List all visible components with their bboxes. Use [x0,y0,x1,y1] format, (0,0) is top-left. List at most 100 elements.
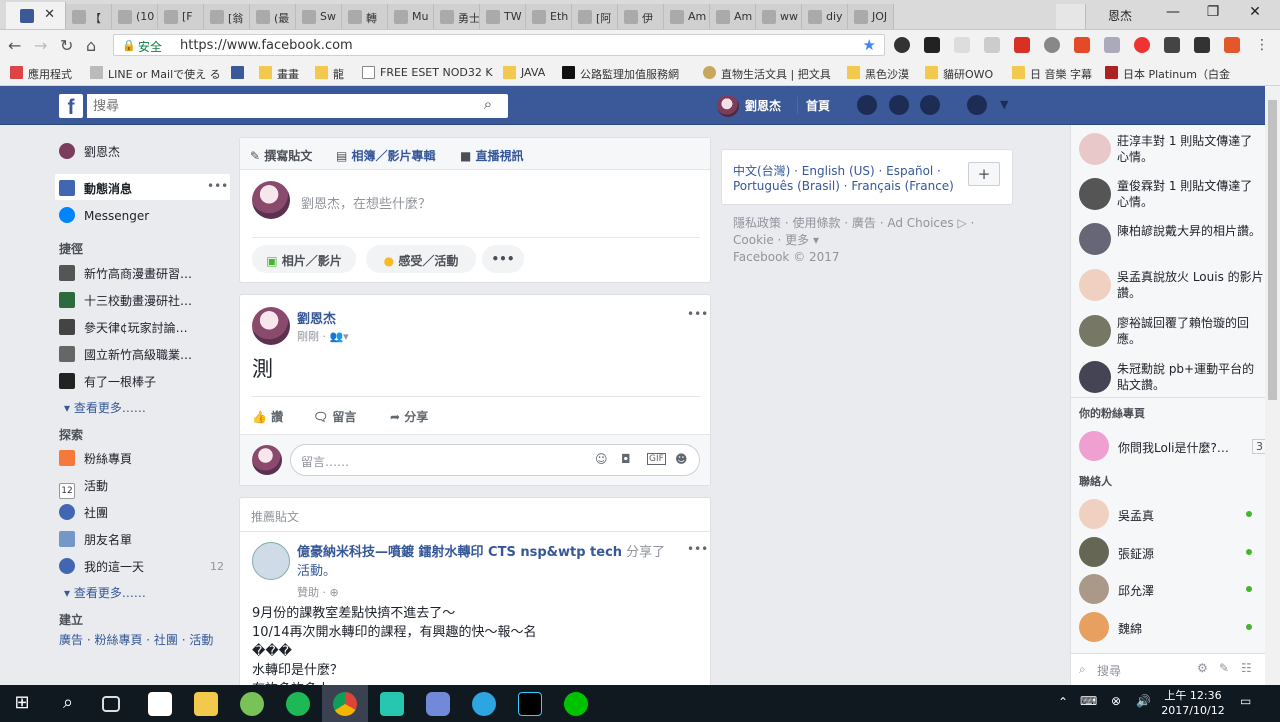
tab[interactable]: Am [664,4,710,29]
tab[interactable]: (10 [112,4,158,29]
forward-arrow-icon[interactable]: → [34,36,47,55]
tab[interactable]: Am [710,4,756,29]
extension-icon[interactable] [894,37,910,53]
home-icon[interactable]: ⌂ [86,36,96,55]
suggested-menu-icon[interactable]: ••• [687,542,708,556]
camera-icon[interactable]: ◘ [621,452,631,466]
share-button[interactable]: ➦ 分享 [390,408,428,425]
opera-icon[interactable] [1134,37,1150,53]
add-language-button[interactable]: + [968,162,1000,186]
comment-input[interactable]: 留言…… ☺ ◘ GIF ☻ [290,444,700,476]
create-group-icon[interactable]: ☷ [1241,661,1252,675]
chat-settings-icon[interactable]: ⚙ [1197,661,1208,675]
see-more-shortcuts-link[interactable]: ▾ 查看更多…… [64,399,146,416]
emoji-icon[interactable]: ☺ [595,452,608,466]
fan-page-item[interactable]: 你問我Loli是什麼?… 3 [1079,431,1267,461]
shortcut-item[interactable]: 新竹高商漫畫研習… [59,265,192,282]
user-avatar[interactable] [717,95,739,117]
app-wave-icon[interactable] [518,692,542,716]
nav-groups[interactable]: 社團 [59,504,108,521]
composer-more-button[interactable]: ••• [482,245,524,273]
footer-line1[interactable]: 隱私政策 · 使用條款 · 廣告 · Ad Choices ▷ · [733,215,974,232]
bookmark-item[interactable]: FREE ESET NOD32 K [362,66,493,79]
shortcut-item[interactable]: 有了一根棒子 [59,373,156,390]
minimize-icon[interactable]: — [1158,4,1188,24]
photo-video-button[interactable]: ▣ 相片／影片 [252,245,356,273]
extension-icon[interactable] [954,37,970,53]
tab[interactable]: [翁 [204,4,250,29]
bookmark-item[interactable]: 公路監理加值服務網 [562,66,679,82]
system-clock[interactable]: 上午 12:36 2017/10/12 [1158,688,1228,718]
close-window-icon[interactable]: ✕ [1240,4,1270,24]
search-icon[interactable]: ⌕ [56,692,80,716]
tab[interactable]: (最 [250,4,296,29]
adblock-icon[interactable] [1014,37,1030,53]
suggested-page-name[interactable]: 億豪納米科技—噴鍍 鐳射水轉印 CTS nsp&wtp tech [297,545,622,560]
action-center-icon[interactable]: ▭ [1240,694,1251,708]
tab[interactable]: 【 [66,4,112,29]
close-tab-icon[interactable]: ✕ [44,7,55,22]
footer-line2[interactable]: Cookie · 更多 ▾ [733,232,974,249]
line-icon[interactable] [564,692,588,716]
file-explorer-icon[interactable] [194,692,218,716]
chrome-menu-icon[interactable]: ⋮ [1254,37,1270,53]
composer-tab-live[interactable]: ■ 直播視訊 [460,147,524,164]
download-icon[interactable] [1104,37,1120,53]
chrome-icon[interactable] [333,692,357,716]
tab[interactable]: ww [756,4,802,29]
tab[interactable]: Sw [296,4,342,29]
post-author-avatar[interactable] [252,307,290,345]
post-time[interactable]: 剛剛 · 👥▾ [297,328,349,344]
help-icon[interactable] [967,95,987,115]
extension-icon[interactable] [984,37,1000,53]
tab[interactable]: [阿 [572,4,618,29]
nav-profile[interactable]: 劉恩杰 [59,143,120,160]
tab-facebook[interactable]: ✕ [6,2,66,29]
omnibox[interactable]: 🔒 安全 https://www.facebook.com ★ [113,34,885,56]
bookmark-folder[interactable]: 龍 [315,66,344,82]
bookmark-apps[interactable]: 應用程式 [10,66,72,82]
url-text[interactable]: https://www.facebook.com [180,38,353,53]
account-menu-icon[interactable]: ▼ [1000,98,1008,111]
user-name-link[interactable]: 劉恩杰 [745,97,781,114]
tab[interactable]: [F [158,4,204,29]
sticker-icon[interactable]: ☻ [675,452,688,466]
reload-icon[interactable]: ↻ [60,36,73,55]
post-author-name[interactable]: 劉恩杰 [297,308,336,327]
volume-icon[interactable]: 🔊 [1136,694,1151,708]
bookmark-star-icon[interactable]: ★ [863,36,876,54]
see-more-explore-link[interactable]: ▾ 查看更多…… [64,584,146,601]
tab[interactable]: JOJ [848,4,894,29]
tab[interactable]: 伊 [618,4,664,29]
tab[interactable]: 勇士 [434,4,480,29]
maximize-icon[interactable]: ❐ [1198,4,1228,24]
nav-messenger[interactable]: Messenger [59,207,149,223]
app-star-icon[interactable] [380,692,404,716]
search-icon[interactable]: ⌕ [470,95,506,117]
extension-icon[interactable] [924,37,940,53]
extension-icon[interactable] [1074,37,1090,53]
bookmark-folder[interactable]: 黑色沙漠 [847,66,909,82]
language-line2[interactable]: Português (Brasil) · Français (France) [733,179,954,193]
bookmark-folder[interactable]: 日 音樂 字幕 [1012,66,1092,82]
shortcut-item[interactable]: 參天律¢玩家討論… [59,319,188,336]
tab[interactable]: Mu [388,4,434,29]
keyboard-icon[interactable]: ⌨ [1080,694,1097,708]
contact-item[interactable]: 魏綿 [1079,612,1259,642]
nav-memories[interactable]: 我的這一天 [59,558,144,575]
extension-icon[interactable] [1164,37,1180,53]
task-view-icon[interactable] [102,696,120,712]
like-button[interactable]: 👍 讚 [252,408,283,425]
discord-icon[interactable] [426,692,450,716]
sponsored-label[interactable]: 贊助 · ⊕ [297,584,339,600]
language-line1[interactable]: 中文(台灣) · English (US) · Español · [733,162,941,179]
tray-app-icon[interactable]: ⊗ [1111,694,1121,708]
contact-item[interactable]: 張鉦源 [1079,537,1259,567]
messenger-icon[interactable] [889,95,909,115]
tab[interactable]: TW [480,4,526,29]
bookmark-item[interactable]: 日本 Platinum（白金 [1105,66,1230,82]
composer-prompt[interactable]: 劉恩杰，在想些什麼？ [301,193,431,212]
create-links[interactable]: 廣告 · 粉絲專頁 · 社團 · 活動 [59,631,213,648]
bookmark-folder[interactable]: JAVA [503,66,545,79]
feeling-activity-button[interactable]: ● 感受／活動 [366,245,476,273]
